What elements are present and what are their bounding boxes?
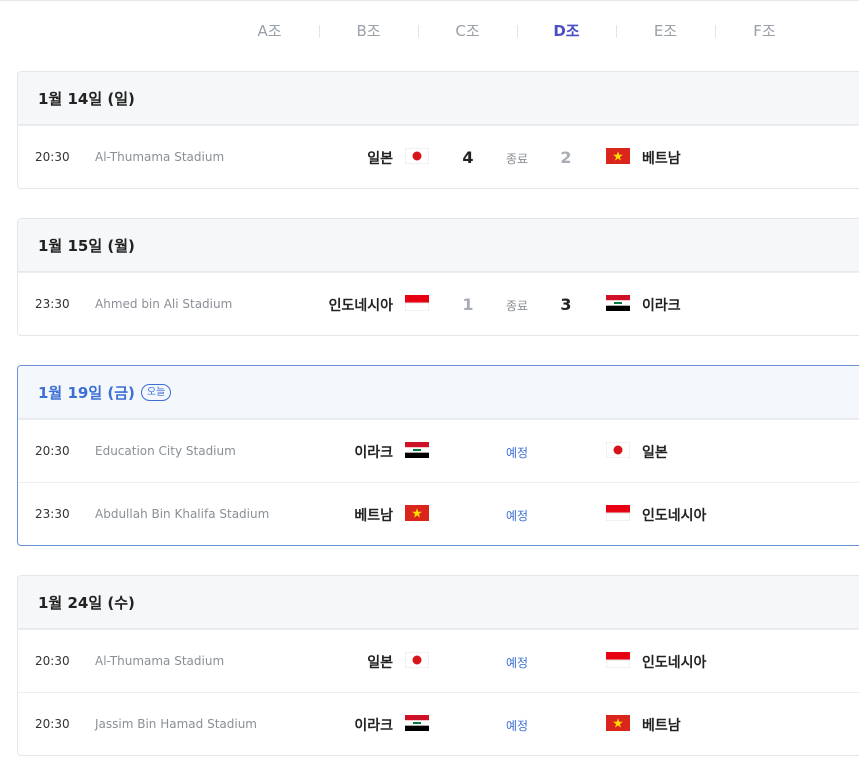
match-row[interactable]: 20:30 Al-Thumama Stadium 일본 예정 인도네시아 (18, 629, 859, 692)
match-status: 예정 (505, 509, 529, 523)
match-stadium: Jassim Bin Hamad Stadium (95, 717, 257, 731)
match-stadium: Education City Stadium (95, 444, 236, 458)
match-status: 종료 (505, 299, 529, 313)
tab-group-e[interactable]: E조 (616, 18, 715, 44)
away-team-name: 이라크 (642, 298, 681, 314)
match-stadium: Ahmed bin Ali Stadium (95, 297, 233, 311)
away-score: 3 (560, 295, 572, 314)
match-date: 1월 24일 (수) (38, 593, 135, 612)
vietnam-flag-icon (405, 505, 429, 521)
match-row[interactable]: 20:30 Al-Thumama Stadium 일본 4 종료 2 베트남 (18, 125, 859, 188)
match-time: 20:30 (35, 150, 70, 164)
home-score: 1 (462, 295, 474, 314)
match-time: 20:30 (35, 654, 70, 668)
tab-group-a[interactable]: A조 (220, 18, 319, 44)
match-row[interactable]: 23:30 Abdullah Bin Khalifa Stadium 베트남 예… (18, 482, 859, 545)
match-date: 1월 19일 (금) (38, 383, 135, 402)
match-status: 예정 (505, 719, 529, 733)
match-day-header: 1월 24일 (수) (18, 576, 859, 629)
home-team-name: 이라크 (354, 445, 393, 461)
match-row[interactable]: 20:30 Education City Stadium 이라크 예정 일본 (18, 419, 859, 482)
tab-group-d[interactable]: D조 (517, 18, 616, 44)
away-team-name: 베트남 (642, 718, 681, 734)
match-date: 1월 15일 (월) (38, 236, 135, 255)
tab-group-b[interactable]: B조 (319, 18, 418, 44)
match-stadium: Al-Thumama Stadium (95, 654, 225, 668)
match-time: 23:30 (35, 297, 70, 311)
tab-group-f[interactable]: F조 (715, 18, 814, 44)
match-day-card: 1월 15일 (월) 23:30 Ahmed bin Ali Stadium 인… (17, 218, 859, 336)
iraq-flag-icon (405, 715, 429, 731)
away-team-name: 베트남 (642, 151, 681, 167)
match-row[interactable]: 20:30 Jassim Bin Hamad Stadium 이라크 예정 베트… (18, 692, 859, 755)
home-team-name: 이라크 (354, 718, 393, 734)
iraq-flag-icon (606, 295, 630, 311)
match-time: 20:30 (35, 717, 70, 731)
indonesia-flag-icon (606, 652, 630, 668)
home-team-name: 인도네시아 (328, 298, 393, 314)
match-day-card-today: 1월 19일 (금) 오늘 20:30 Education City Stadi… (17, 365, 859, 546)
away-team-name: 인도네시아 (642, 508, 707, 524)
top-divider (0, 0, 859, 1)
match-status: 종료 (505, 152, 529, 166)
today-badge: 오늘 (140, 383, 172, 401)
japan-flag-icon (405, 148, 429, 164)
away-score: 2 (560, 148, 572, 167)
japan-flag-icon (606, 442, 630, 458)
iraq-flag-icon (405, 442, 429, 458)
home-team-name: 일본 (367, 655, 393, 671)
away-team-name: 일본 (642, 445, 668, 461)
match-row[interactable]: 23:30 Ahmed bin Ali Stadium 인도네시아 1 종료 3… (18, 272, 859, 335)
indonesia-flag-icon (606, 505, 630, 521)
match-status: 예정 (505, 656, 529, 670)
match-day-header: 1월 15일 (월) (18, 219, 859, 272)
match-day-card: 1월 24일 (수) 20:30 Al-Thumama Stadium 일본 예… (17, 575, 859, 756)
home-team-name: 베트남 (354, 508, 393, 524)
home-score: 4 (462, 148, 474, 167)
match-day-card: 1월 14일 (일) 20:30 Al-Thumama Stadium 일본 4… (17, 71, 859, 189)
japan-flag-icon (405, 652, 429, 668)
group-tabs: A조 B조 C조 D조 E조 F조 (220, 18, 820, 44)
vietnam-flag-icon (606, 148, 630, 164)
tab-group-c[interactable]: C조 (418, 18, 517, 44)
match-time: 20:30 (35, 444, 70, 458)
match-stadium: Al-Thumama Stadium (95, 150, 225, 164)
match-day-header: 1월 14일 (일) (18, 72, 859, 125)
match-time: 23:30 (35, 507, 70, 521)
home-team-name: 일본 (367, 151, 393, 167)
away-team-name: 인도네시아 (642, 655, 707, 671)
match-status: 예정 (505, 446, 529, 460)
match-date: 1월 14일 (일) (38, 89, 135, 108)
vietnam-flag-icon (606, 715, 630, 731)
indonesia-flag-icon (405, 295, 429, 311)
match-stadium: Abdullah Bin Khalifa Stadium (95, 507, 270, 521)
match-day-header: 1월 19일 (금) 오늘 (18, 366, 859, 419)
